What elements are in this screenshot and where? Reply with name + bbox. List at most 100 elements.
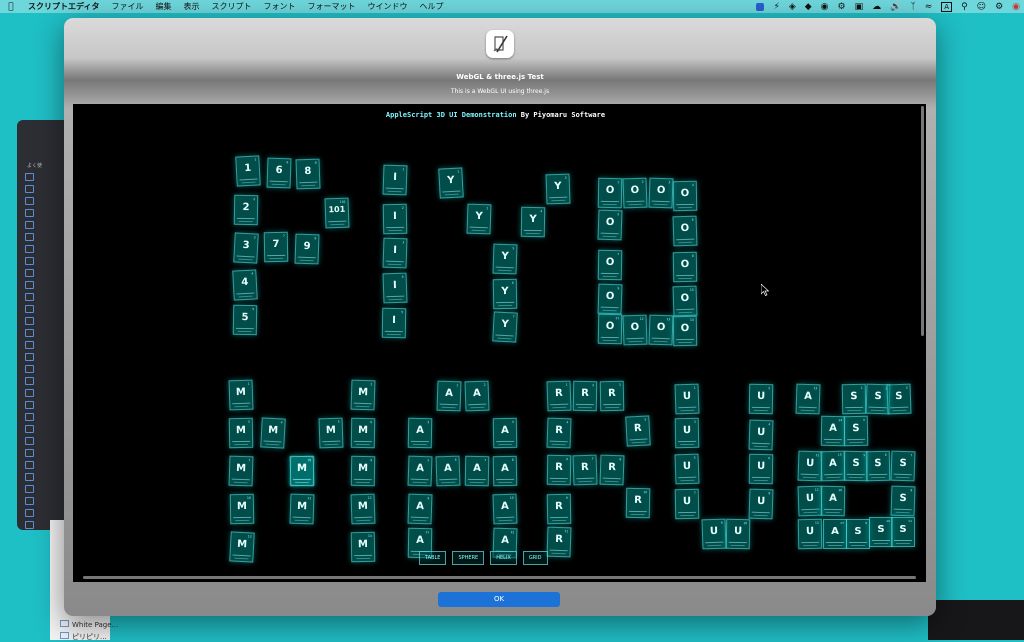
- element-tile[interactable]: 9S: [846, 519, 870, 549]
- element-tile[interactable]: 3I: [382, 237, 408, 269]
- element-tile[interactable]: 7Y: [492, 311, 518, 343]
- element-tile[interactable]: 4M: [260, 417, 286, 449]
- list-item[interactable]: [25, 244, 69, 254]
- list-item[interactable]: [25, 352, 69, 362]
- list-item[interactable]: [25, 172, 69, 182]
- menu-item-format[interactable]: フォーマット: [301, 1, 361, 12]
- horizontal-scrollbar[interactable]: [83, 576, 916, 579]
- list-item[interactable]: [25, 436, 69, 446]
- element-tile[interactable]: 7S: [890, 450, 916, 482]
- element-tile[interactable]: 6U: [748, 453, 774, 485]
- element-tile[interactable]: 8U: [748, 488, 774, 520]
- element-tile[interactable]: 14 O: [672, 315, 698, 347]
- element-tile[interactable]: 11: [235, 155, 261, 187]
- element-tile[interactable]: 2U: [748, 383, 774, 415]
- element-tile[interactable]: 10 M: [229, 493, 255, 525]
- element-tile[interactable]: 4Y: [520, 206, 546, 238]
- element-tile[interactable]: 2O: [622, 177, 648, 209]
- element-tile[interactable]: 12 M: [350, 493, 376, 525]
- badge-icon[interactable]: ◉: [821, 2, 829, 12]
- element-tile[interactable]: 66: [266, 157, 292, 189]
- element-tile[interactable]: 13 A: [795, 383, 821, 415]
- list-item[interactable]: [25, 196, 69, 206]
- element-tile[interactable]: 1Y: [438, 167, 464, 199]
- element-tile[interactable]: 7O: [597, 249, 623, 281]
- element-tile[interactable]: 10 U: [725, 518, 751, 550]
- element-tile[interactable]: 6O: [672, 215, 698, 247]
- element-tile[interactable]: 2M: [350, 379, 376, 411]
- list-item[interactable]: [25, 460, 69, 470]
- element-tile[interactable]: 44: [232, 269, 258, 301]
- list-item[interactable]: [25, 448, 69, 458]
- element-tile[interactable]: 101 101: [324, 197, 350, 229]
- element-tile[interactable]: 5M: [318, 417, 344, 449]
- list-item[interactable]: [25, 220, 69, 230]
- element-tile[interactable]: 7A: [464, 455, 490, 487]
- element-tile[interactable]: 3R: [599, 380, 625, 412]
- element-tile[interactable]: 1I: [382, 164, 408, 196]
- element-tile[interactable]: 8A: [492, 455, 518, 487]
- element-tile[interactable]: 2A: [464, 380, 490, 412]
- element-tile[interactable]: 3Y: [545, 173, 571, 205]
- list-item[interactable]: [25, 400, 69, 410]
- pixelmator-icon[interactable]: [756, 2, 765, 11]
- layers-icon[interactable]: ◈: [789, 2, 796, 12]
- element-tile[interactable]: 99: [294, 233, 320, 265]
- element-tile[interactable]: 8R: [599, 454, 625, 486]
- list-item[interactable]: White Page...: [60, 620, 118, 629]
- element-tile[interactable]: 1U: [674, 383, 700, 415]
- list-item[interactable]: [25, 496, 69, 506]
- element-tile[interactable]: 15 A: [820, 450, 846, 482]
- element-tile[interactable]: 3O: [648, 177, 674, 209]
- element-tile[interactable]: 6Y: [492, 278, 518, 310]
- element-tile[interactable]: 11 M: [289, 493, 315, 525]
- menu-item-help[interactable]: ヘルプ: [413, 1, 449, 12]
- element-tile[interactable]: 10 O: [672, 285, 698, 317]
- list-item[interactable]: [25, 292, 69, 302]
- list-item[interactable]: [25, 508, 69, 518]
- element-tile[interactable]: 5A: [407, 455, 433, 487]
- element-tile[interactable]: 10 S: [869, 517, 893, 547]
- element-tile[interactable]: 4A: [492, 417, 518, 449]
- user-icon[interactable]: ☺: [977, 2, 986, 12]
- element-tile[interactable]: 1O: [597, 177, 623, 209]
- element-tile[interactable]: 11 R: [546, 526, 572, 558]
- element-tile[interactable]: 17 A: [823, 519, 847, 549]
- element-tile[interactable]: 5U: [674, 453, 700, 485]
- element-tile[interactable]: 11 O: [597, 313, 623, 345]
- element-tile[interactable]: 6M: [350, 417, 376, 449]
- element-tile[interactable]: 8S: [890, 485, 916, 517]
- list-item[interactable]: [25, 472, 69, 482]
- list-item[interactable]: [25, 184, 69, 194]
- list-item[interactable]: [25, 328, 69, 338]
- element-tile[interactable]: 9R: [546, 493, 572, 525]
- menu-item-file[interactable]: ファイル: [105, 1, 149, 12]
- element-tile[interactable]: 14 A: [820, 415, 846, 447]
- element-tile[interactable]: 9A: [407, 493, 433, 525]
- search-icon[interactable]: ⚲: [961, 2, 968, 12]
- element-tile[interactable]: 1A: [436, 380, 462, 412]
- element-tile[interactable]: 2R: [572, 380, 598, 412]
- element-tile[interactable]: 13 O: [648, 314, 674, 346]
- control-center-icon[interactable]: ⚙: [995, 2, 1003, 12]
- element-tile[interactable]: 2I: [382, 203, 408, 235]
- element-tile[interactable]: 7R: [572, 454, 598, 486]
- volume-icon[interactable]: 🔊: [890, 2, 901, 12]
- element-tile[interactable]: 12 O: [622, 314, 648, 346]
- list-item[interactable]: [25, 208, 69, 218]
- element-tile[interactable]: 4O: [672, 180, 698, 212]
- list-item[interactable]: [25, 280, 69, 290]
- list-item[interactable]: [25, 388, 69, 398]
- gear-icon[interactable]: ⚙: [838, 2, 846, 12]
- apple-menu-icon[interactable]: : [0, 2, 22, 12]
- wifi-icon[interactable]: ≈: [925, 2, 933, 12]
- element-tile[interactable]: 55: [232, 304, 258, 336]
- list-item[interactable]: [25, 364, 69, 374]
- element-tile[interactable]: 77: [263, 231, 289, 263]
- element-tile[interactable]: 13 M: [229, 531, 255, 563]
- element-tile[interactable]: 12 U: [797, 485, 823, 517]
- element-tile[interactable]: 5Y: [492, 243, 518, 275]
- list-item[interactable]: [25, 376, 69, 386]
- cloud-icon[interactable]: ☁: [872, 2, 881, 12]
- element-tile[interactable]: 1S: [841, 383, 867, 415]
